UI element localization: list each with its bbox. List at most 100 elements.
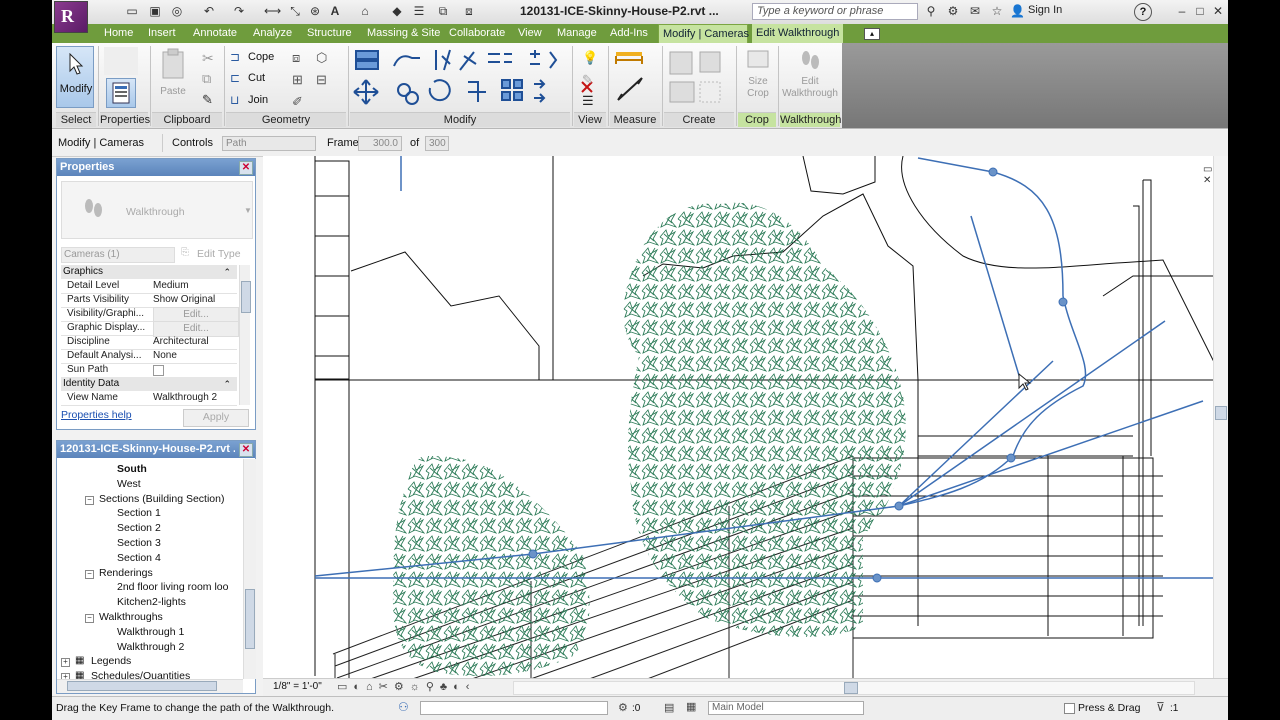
tab-collaborate[interactable]: Collaborate xyxy=(449,24,505,43)
browser-tree-item[interactable]: Renderings xyxy=(99,567,153,579)
worksets-icon[interactable]: ⚇ xyxy=(398,700,409,714)
maximize-button[interactable]: □ xyxy=(1190,2,1210,20)
property-row[interactable]: Sun Path xyxy=(61,363,237,378)
collapse-icon[interactable]: ⌃ xyxy=(223,265,231,279)
panel-title-clipboard[interactable]: Clipboard xyxy=(152,112,222,127)
favorites-star-icon[interactable]: ☆ xyxy=(990,4,1004,18)
tree-toggle-icon[interactable]: − xyxy=(85,495,94,505)
property-row[interactable]: Parts Visibility Show Original xyxy=(61,293,237,308)
tree-toggle-icon[interactable]: − xyxy=(85,569,94,579)
application-menu-button[interactable]: R xyxy=(54,1,88,33)
tree-toggle-icon[interactable]: + xyxy=(61,658,70,668)
collapse-icon[interactable]: ⌃ xyxy=(223,377,231,391)
panel-title-select[interactable]: Select xyxy=(56,112,96,127)
tag-icon[interactable]: ⊛ xyxy=(308,4,322,18)
tab-edit-walkthrough[interactable]: Edit Walkthrough xyxy=(752,24,844,43)
scroll-thumb[interactable] xyxy=(241,281,251,313)
subscription-icon[interactable]: ⚙ xyxy=(946,4,960,18)
browser-tree-item[interactable]: 2nd floor living room loo xyxy=(117,581,228,593)
group-identity-data[interactable]: Identity Data ⌃ xyxy=(61,377,237,391)
view-control-icons[interactable]: ▭◐⌂✂⚙☼⚲♣◐‹ xyxy=(337,680,475,693)
communication-icon[interactable]: ✉ xyxy=(968,4,982,18)
property-row[interactable]: View Name Walkthrough 2 xyxy=(61,391,237,406)
section-icon[interactable]: ◆ xyxy=(390,4,404,18)
canvas-hscrollbar[interactable] xyxy=(513,681,1195,695)
sync-icon[interactable]: ◎ xyxy=(170,4,184,18)
browser-tree-item[interactable]: Section 3 xyxy=(117,537,161,549)
property-row[interactable]: Visibility/Graphi... Edit... xyxy=(61,307,239,323)
properties-scrollbar[interactable] xyxy=(239,265,251,405)
tree-toggle-icon[interactable]: − xyxy=(85,614,94,623)
editable-only-icon[interactable]: ⚙ xyxy=(618,701,628,714)
browser-tree-item[interactable]: Sections (Building Section) xyxy=(99,493,224,505)
panel-title-create[interactable]: Create xyxy=(664,112,734,127)
tab-structure[interactable]: Structure xyxy=(307,24,352,43)
hscroll-thumb[interactable] xyxy=(67,681,217,691)
demolish-icon[interactable]: ⊟ xyxy=(316,72,327,88)
cope-button[interactable]: Cope xyxy=(248,51,274,63)
join-icon[interactable]: ⊔ xyxy=(230,93,239,107)
browser-tree-item[interactable]: Section 1 xyxy=(117,507,161,519)
edit-walkthrough-button[interactable]: Edit Walkthrough xyxy=(782,48,838,108)
panel-title-walkthrough[interactable]: Walkthrough xyxy=(780,112,841,127)
browser-tree-item[interactable]: Walkthrough 1 xyxy=(117,626,184,638)
panel-title-modify[interactable]: Modify xyxy=(350,112,570,127)
undo-icon[interactable]: ↶ xyxy=(202,4,216,18)
browser-tree-item[interactable]: Section 2 xyxy=(117,522,161,534)
browser-tree-item[interactable]: South xyxy=(117,463,147,475)
ribbon-minimize-icon[interactable]: ▴ xyxy=(864,28,880,40)
cut-clip-icon[interactable]: ✂ xyxy=(202,50,214,67)
panel-title-measure[interactable]: Measure xyxy=(610,112,660,127)
close-button[interactable]: ✕ xyxy=(1208,2,1228,20)
properties-button[interactable] xyxy=(106,78,136,108)
create-tools-icon[interactable] xyxy=(666,48,726,110)
switch-windows-icon[interactable]: ⧈ xyxy=(462,4,476,18)
browser-tree-item[interactable]: Walkthroughs xyxy=(99,611,163,623)
open-icon[interactable]: ▭ xyxy=(125,4,139,18)
scroll-thumb[interactable] xyxy=(245,589,255,649)
join-roof-icon[interactable]: ⬡ xyxy=(316,50,327,66)
paint-icon[interactable]: ✐ xyxy=(292,94,303,110)
property-row[interactable]: Default Analysi... None xyxy=(61,349,237,364)
instance-filter-dropdown[interactable]: Cameras (1) xyxy=(61,247,175,263)
scale-label[interactable]: 1/8" = 1'-0" xyxy=(273,681,322,692)
type-selector[interactable]: Walkthrough ▼ xyxy=(61,181,253,239)
cut-geometry-icon[interactable]: ⊏ xyxy=(230,71,240,85)
split-face-icon[interactable]: ⧈ xyxy=(292,50,300,66)
match-properties-icon[interactable]: ✎ xyxy=(202,92,213,108)
help-icon[interactable]: ? xyxy=(1134,3,1152,21)
text-icon[interactable]: A xyxy=(328,4,342,18)
paste-button[interactable]: Paste xyxy=(158,48,188,106)
browser-hscrollbar[interactable] xyxy=(57,679,243,693)
sign-in-link[interactable]: Sign In xyxy=(1028,4,1062,16)
filter-icon[interactable]: ⊽ xyxy=(1156,700,1165,714)
binoculars-icon[interactable]: ⚲ xyxy=(924,4,938,18)
frame-input[interactable]: 300.0 xyxy=(358,136,402,151)
measure-icon[interactable]: ⟷ xyxy=(264,4,281,18)
panel-title-view[interactable]: View xyxy=(574,112,606,127)
browser-tree-item[interactable]: Kitchen2-lights xyxy=(117,596,186,608)
close-hidden-icon[interactable]: ⧉ xyxy=(436,4,450,18)
browser-tree-item[interactable]: Section 4 xyxy=(117,552,161,564)
3d-view-icon[interactable]: ⌂ xyxy=(358,4,372,18)
browser-tree-item[interactable]: West xyxy=(117,478,141,490)
design-option-dropdown[interactable]: Main Model xyxy=(708,701,864,715)
design-options-icon[interactable]: ▤ xyxy=(664,701,674,714)
cut-geometry-button[interactable]: Cut xyxy=(248,72,265,84)
join-button[interactable]: Join xyxy=(248,94,268,106)
minimize-button[interactable]: – xyxy=(1172,2,1192,20)
close-icon[interactable]: ✕ xyxy=(239,443,253,457)
elevation-drawing[interactable] xyxy=(263,155,1228,697)
properties-help-link[interactable]: Properties help xyxy=(61,409,132,421)
controls-dropdown[interactable]: Path xyxy=(222,136,316,151)
aligned-dimension-icon[interactable]: ⤡ xyxy=(288,4,302,18)
measure-tools-icon[interactable] xyxy=(612,48,648,110)
tab-insert[interactable]: Insert xyxy=(148,24,176,43)
options-icon[interactable]: ▦ xyxy=(686,700,696,713)
property-row[interactable]: Discipline Architectural xyxy=(61,335,237,350)
sun-path-checkbox[interactable] xyxy=(153,365,164,376)
panel-title-geometry[interactable]: Geometry xyxy=(226,112,346,127)
hide-bulb-icon[interactable]: 💡 xyxy=(582,50,598,66)
worksets-dropdown[interactable] xyxy=(420,701,608,715)
size-crop-button[interactable]: Size Crop xyxy=(740,48,776,108)
